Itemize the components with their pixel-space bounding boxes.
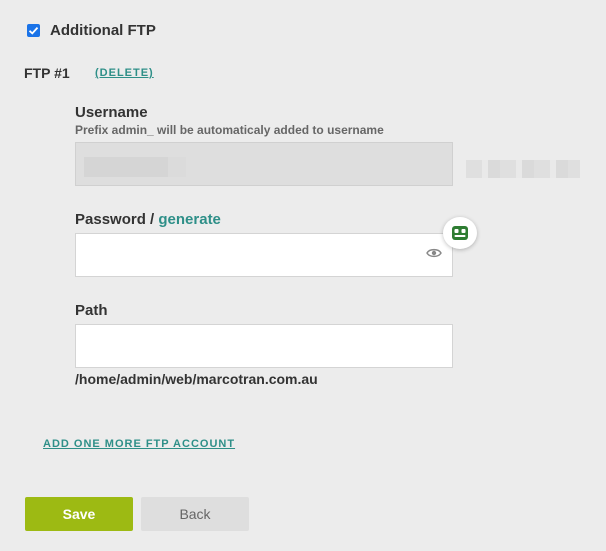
- password-field[interactable]: [75, 233, 453, 277]
- ftp-account-title: FTP #1: [24, 65, 70, 81]
- delete-ftp-link[interactable]: (DELETE): [95, 67, 154, 79]
- username-redacted-tail: [168, 157, 186, 177]
- path-preview: /home/admin/web/marcotran.com.au: [75, 371, 318, 387]
- generate-password-link[interactable]: generate: [158, 211, 221, 228]
- path-field[interactable]: [75, 324, 453, 368]
- password-manager-button[interactable]: [443, 217, 477, 249]
- username-hint: Prefix admin_ will be automaticaly added…: [75, 123, 384, 137]
- password-manager-icon: [452, 226, 468, 240]
- path-label: Path: [75, 302, 108, 319]
- additional-ftp-checkbox[interactable]: [27, 24, 40, 37]
- password-label-text: Password /: [75, 211, 155, 228]
- password-label: Password / generate: [75, 211, 221, 228]
- redacted-suffix: [466, 160, 580, 178]
- add-ftp-account-link[interactable]: ADD ONE MORE FTP ACCOUNT: [43, 438, 235, 450]
- save-button[interactable]: Save: [25, 497, 133, 531]
- checkbox-checked-icon: [28, 26, 39, 35]
- username-redacted: [84, 157, 168, 177]
- eye-icon[interactable]: [426, 246, 442, 264]
- username-label: Username: [75, 104, 148, 121]
- back-button[interactable]: Back: [141, 497, 249, 531]
- additional-ftp-label[interactable]: Additional FTP: [50, 22, 156, 39]
